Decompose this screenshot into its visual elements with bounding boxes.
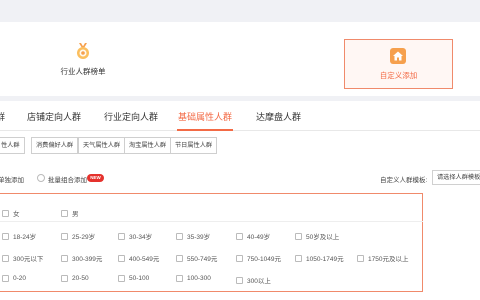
- subtab-taobao[interactable]: 淘宝属性人群: [124, 137, 172, 154]
- option-label: 50-100: [129, 275, 150, 282]
- crowd-tabs: 群 店铺定向人群 行业定向人群 基础属性人群 达摩盘人群: [0, 101, 480, 131]
- option-age[interactable]: 35-39岁: [176, 231, 210, 241]
- option-label: 30-34岁: [129, 234, 153, 241]
- medal-icon: [74, 42, 92, 60]
- house-icon: [389, 47, 408, 66]
- option-label: 18-24岁: [13, 234, 37, 241]
- tab-industry-targeting[interactable]: 行业定向人群: [104, 110, 158, 123]
- tab-partial[interactable]: 群: [0, 110, 5, 123]
- option-range[interactable]: 20-50: [61, 275, 89, 282]
- top-band: [0, 0, 480, 22]
- checkbox[interactable]: [61, 232, 68, 240]
- option-label: 1750元及以上: [368, 256, 409, 263]
- checkbox[interactable]: [236, 276, 243, 284]
- option-label: 100-300: [187, 275, 211, 282]
- option-label: 男: [72, 211, 79, 218]
- option-label: 1050-1749元: [306, 256, 344, 263]
- subtab-holiday[interactable]: 节日属性人群: [170, 137, 218, 154]
- option-label: 400-549元: [129, 256, 160, 263]
- option-male[interactable]: 男: [61, 208, 79, 218]
- option-spending[interactable]: 1050-1749元: [295, 253, 344, 263]
- panel-divider: [0, 221, 423, 222]
- subtab-attributes[interactable]: 性人群: [0, 137, 25, 154]
- checkbox[interactable]: [236, 254, 243, 262]
- template-label: 自定义人群模板:: [380, 177, 428, 184]
- option-range[interactable]: 300以上: [236, 275, 271, 285]
- option-label: 35-39岁: [187, 234, 211, 241]
- card-label: 自定义添加: [379, 70, 418, 80]
- option-age[interactable]: 50岁及以上: [295, 231, 339, 241]
- option-label: 40-49岁: [247, 234, 271, 241]
- card-label: 行业人群榜单: [60, 66, 106, 76]
- checkbox[interactable]: [176, 254, 183, 262]
- option-age[interactable]: 18-24岁: [2, 231, 36, 241]
- option-spending[interactable]: 400-549元: [118, 253, 159, 263]
- option-label: 女: [13, 211, 20, 218]
- option-label: 750-1049元: [247, 256, 281, 263]
- checkbox[interactable]: [176, 232, 183, 240]
- option-label: 0-20: [13, 275, 27, 282]
- checkbox[interactable]: [118, 254, 125, 262]
- checkbox[interactable]: [2, 209, 9, 217]
- template-select[interactable]: 请选择人群模板: [432, 170, 480, 185]
- industry-ranking-card[interactable]: 行业人群榜单: [38, 22, 128, 96]
- option-age[interactable]: 40-49岁: [236, 231, 270, 241]
- checkbox[interactable]: [295, 254, 302, 262]
- tab-damopan[interactable]: 达摩盘人群: [256, 110, 301, 123]
- option-spending[interactable]: 300元以下: [2, 253, 43, 263]
- option-spending[interactable]: 300-399元: [61, 253, 102, 263]
- tab-basic-attributes[interactable]: 基础属性人群: [178, 110, 232, 123]
- option-label: 25-29岁: [72, 234, 96, 241]
- checkbox[interactable]: [295, 232, 302, 240]
- checkbox[interactable]: [61, 275, 68, 282]
- checkbox[interactable]: [236, 232, 243, 240]
- checkbox[interactable]: [176, 275, 183, 282]
- option-label: 300元以下: [13, 256, 44, 263]
- option-label: 300-399元: [72, 256, 103, 263]
- checkbox[interactable]: [357, 254, 364, 262]
- subtab-consumption[interactable]: 消费偏好人群: [31, 137, 79, 154]
- subtab-weather[interactable]: 天气属性人群: [78, 137, 126, 154]
- option-range[interactable]: 0-20: [2, 275, 26, 282]
- tab-store-targeting[interactable]: 店铺定向人群: [27, 110, 81, 123]
- single-add-label[interactable]: 单独添加: [0, 174, 24, 184]
- checkbox[interactable]: [118, 275, 125, 282]
- option-range[interactable]: 100-300: [176, 275, 211, 282]
- checkbox[interactable]: [2, 232, 9, 240]
- custom-add-card[interactable]: 自定义添加: [344, 39, 453, 89]
- option-label: 300以上: [247, 278, 271, 285]
- source-cards: 行业人群榜单 自定义添加: [0, 22, 480, 96]
- checkbox[interactable]: [118, 232, 125, 240]
- option-spending[interactable]: 1750元及以上: [357, 253, 408, 263]
- checkbox[interactable]: [2, 254, 9, 262]
- option-label: 550-749元: [187, 256, 218, 263]
- option-age[interactable]: 30-34岁: [118, 231, 152, 241]
- option-label: 20-50: [72, 275, 89, 282]
- checkbox[interactable]: [61, 209, 68, 217]
- option-range[interactable]: 50-100: [118, 275, 149, 282]
- option-female[interactable]: 女: [2, 208, 20, 218]
- option-spending[interactable]: 550-749元: [176, 253, 217, 263]
- option-age[interactable]: 25-29岁: [61, 231, 95, 241]
- batch-add-radio[interactable]: [37, 174, 45, 182]
- option-spending[interactable]: 750-1049元: [236, 253, 281, 263]
- checkbox[interactable]: [2, 275, 9, 282]
- checkbox[interactable]: [61, 254, 68, 262]
- new-badge: NEW: [87, 174, 104, 182]
- batch-add-label[interactable]: 批量组合添加: [48, 174, 87, 184]
- option-label: 50岁及以上: [306, 234, 340, 241]
